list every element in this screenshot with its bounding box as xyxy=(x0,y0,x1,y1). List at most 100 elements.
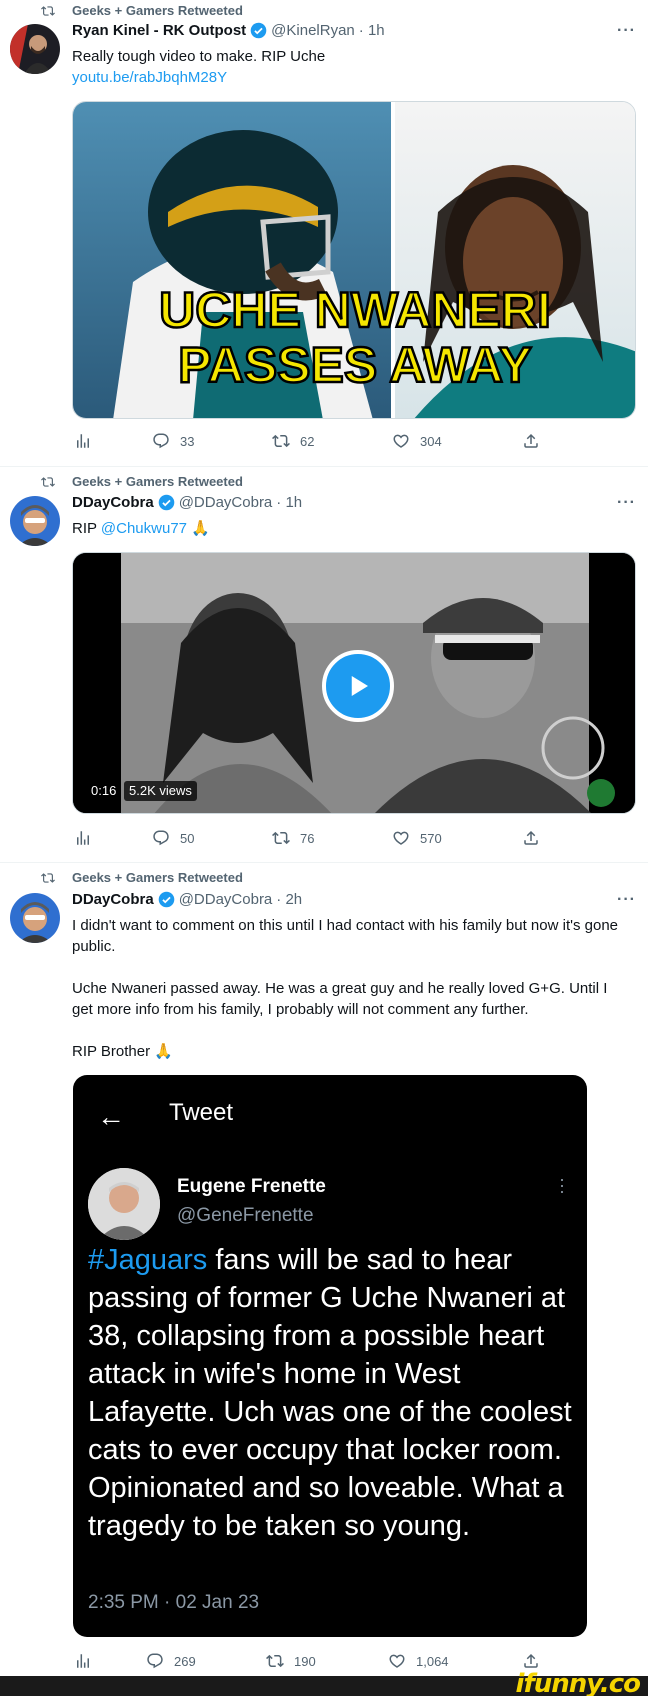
analytics-icon xyxy=(77,434,89,448)
reply-count: 269 xyxy=(174,1653,196,1669)
embedded-tweet-screenshot[interactable]: ← Tweet Eugene Frenette @GeneFrenette · ·… xyxy=(73,1075,587,1637)
reply-count: 50 xyxy=(180,830,195,846)
embed-tweet-text: #Jaguars fans will be sad to hear passin… xyxy=(88,1241,578,1545)
retweet-icon xyxy=(272,831,290,845)
reply-icon xyxy=(153,830,169,846)
tweet-header: DDayCobra @DDayCobra · 1h xyxy=(72,494,302,511)
play-button[interactable] xyxy=(322,650,394,722)
thumbnail-image: UCHE NWANERI PASSES AWAY xyxy=(73,102,635,418)
retweet-icon xyxy=(41,5,55,16)
like-button[interactable]: 1,064 xyxy=(388,1652,449,1670)
back-arrow-icon: ← xyxy=(97,1101,125,1132)
analytics-icon xyxy=(77,1654,89,1668)
share-button[interactable] xyxy=(522,1652,540,1670)
retweet-indicator: Geeks + Gamers Retweeted xyxy=(40,474,243,489)
video-views: 5.2K views xyxy=(124,781,197,801)
reply-count: 33 xyxy=(180,433,195,449)
like-count: 1,064 xyxy=(416,1653,449,1669)
tweet-header: Ryan Kinel - RK Outpost @KinelRyan · 1h xyxy=(72,22,385,39)
embed-header-title: Tweet xyxy=(169,1099,234,1126)
retweet-indicator: Geeks + Gamers Retweeted xyxy=(40,870,243,885)
tweet-text-line: Really tough video to make. RIP Uche xyxy=(72,48,326,65)
timestamp[interactable]: · 1h xyxy=(276,494,302,511)
divider xyxy=(0,466,648,467)
avatar[interactable] xyxy=(10,893,60,943)
thumbnail-title-line1: UCHE NWANERI xyxy=(159,282,551,338)
embed-more-icon: · · · xyxy=(559,1169,565,1201)
display-name[interactable]: Ryan Kinel - RK Outpost xyxy=(72,22,246,39)
video-duration: 0:16 xyxy=(86,781,122,801)
reply-button[interactable]: 33 xyxy=(152,432,194,450)
share-button[interactable] xyxy=(522,432,540,450)
share-button[interactable] xyxy=(522,829,540,847)
embed-user-handle: @GeneFrenette xyxy=(177,1205,314,1226)
verified-badge-icon xyxy=(158,494,174,511)
retweet-button[interactable]: 190 xyxy=(266,1652,316,1670)
tweet-text-prefix: RIP xyxy=(72,520,101,537)
divider xyxy=(0,862,648,863)
tweet-actions: 50 76 570 xyxy=(72,829,562,849)
reply-icon xyxy=(153,433,169,449)
tweet-paragraph-1: I didn't want to comment on this until I… xyxy=(72,917,619,955)
display-name[interactable]: DDayCobra xyxy=(72,891,154,908)
retweet-icon xyxy=(41,476,55,487)
retweet-label[interactable]: Geeks + Gamers Retweeted xyxy=(72,870,243,885)
embed-display-name: Eugene Frenette xyxy=(177,1176,326,1197)
embed-text-body: fans will be sad to hear passing of form… xyxy=(88,1244,572,1542)
like-button[interactable]: 570 xyxy=(392,829,442,847)
watermark-logo: ifunny.co xyxy=(515,1669,641,1696)
reply-button[interactable]: 269 xyxy=(146,1652,196,1670)
like-count: 304 xyxy=(420,433,442,449)
like-count: 570 xyxy=(420,830,442,846)
heart-icon xyxy=(389,1654,405,1668)
share-icon xyxy=(524,830,538,845)
retweet-icon xyxy=(266,1654,284,1668)
retweet-count: 76 xyxy=(300,830,315,846)
tweet-paragraph-2: Uche Nwaneri passed away. He was a great… xyxy=(72,980,608,1018)
verified-badge-icon xyxy=(250,22,267,39)
embed-hashtag: #Jaguars xyxy=(88,1244,208,1276)
analytics-icon xyxy=(77,831,89,845)
video-thumbnail[interactable]: UCHE NWANERI PASSES AWAY xyxy=(72,101,636,419)
tweet-actions: 33 62 304 xyxy=(72,432,562,452)
analytics-button[interactable] xyxy=(74,432,92,450)
retweet-indicator: Geeks + Gamers Retweeted xyxy=(40,3,243,18)
tweet-link[interactable]: youtu.be/rabJbqhM28Y xyxy=(72,67,632,88)
share-icon xyxy=(524,433,538,448)
share-icon xyxy=(524,1653,538,1668)
user-handle[interactable]: @DDayCobra xyxy=(179,891,273,908)
more-options-icon[interactable]: ··· xyxy=(617,494,636,512)
like-button[interactable]: 304 xyxy=(392,432,442,450)
timestamp[interactable]: · 1h xyxy=(359,22,385,39)
reply-icon xyxy=(147,1653,163,1669)
mention-link[interactable]: @Chukwu77 xyxy=(101,520,187,537)
retweet-label[interactable]: Geeks + Gamers Retweeted xyxy=(72,474,243,489)
retweet-icon xyxy=(272,434,290,448)
tweet-text: I didn't want to comment on this until I… xyxy=(72,915,620,1062)
user-handle[interactable]: @KinelRyan xyxy=(271,22,355,39)
retweet-count: 62 xyxy=(300,433,315,449)
embed-avatar xyxy=(88,1168,160,1240)
analytics-button[interactable] xyxy=(74,1652,92,1670)
avatar[interactable] xyxy=(10,24,60,74)
tweet-header: DDayCobra @DDayCobra · 2h xyxy=(72,891,302,908)
more-options-icon[interactable]: ··· xyxy=(617,22,636,40)
play-icon xyxy=(351,676,368,696)
retweet-button[interactable]: 76 xyxy=(272,829,314,847)
tweet-text: RIP @Chukwu77 🙏 xyxy=(72,518,632,539)
retweet-button[interactable]: 62 xyxy=(272,432,314,450)
verified-badge-icon xyxy=(158,891,174,908)
embed-timestamp: 2:35 PM · 02 Jan 23 xyxy=(88,1592,260,1613)
reply-button[interactable]: 50 xyxy=(152,829,194,847)
display-name[interactable]: DDayCobra xyxy=(72,494,154,511)
retweet-label[interactable]: Geeks + Gamers Retweeted xyxy=(72,3,243,18)
heart-icon xyxy=(393,831,409,845)
tweet-actions: 269 190 1,064 xyxy=(72,1652,562,1672)
analytics-button[interactable] xyxy=(74,829,92,847)
tweet-paragraph-3: RIP Brother 🙏 xyxy=(72,1043,173,1060)
more-options-icon[interactable]: ··· xyxy=(617,891,636,909)
timestamp[interactable]: · 2h xyxy=(276,891,302,908)
avatar[interactable] xyxy=(10,496,60,546)
user-handle[interactable]: @DDayCobra xyxy=(179,494,273,511)
retweet-count: 190 xyxy=(294,1653,316,1669)
